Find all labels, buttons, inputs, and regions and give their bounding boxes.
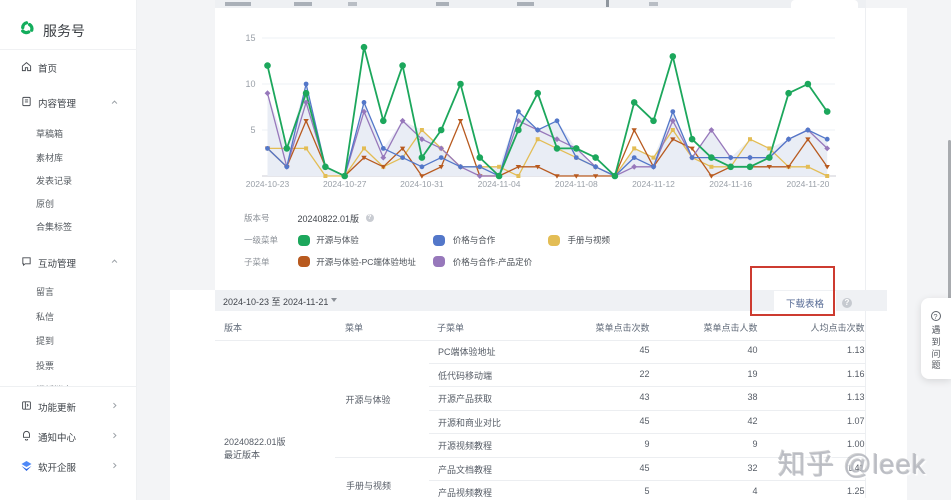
svg-text:15: 15 [245,33,255,43]
svg-text:10: 10 [245,79,255,89]
svg-text:2024-11-04: 2024-11-04 [478,179,521,189]
svg-text:2024-10-31: 2024-10-31 [400,179,444,189]
svg-text:2024-11-20: 2024-11-20 [786,179,829,189]
svg-text:2024-11-12: 2024-11-12 [632,179,675,189]
svg-text:2024-10-27: 2024-10-27 [323,179,367,189]
svg-text:2024-11-08: 2024-11-08 [555,179,598,189]
svg-text:2024-11-16: 2024-11-16 [709,179,752,189]
svg-text:2024-10-23: 2024-10-23 [246,179,290,189]
svg-text:5: 5 [250,125,255,135]
